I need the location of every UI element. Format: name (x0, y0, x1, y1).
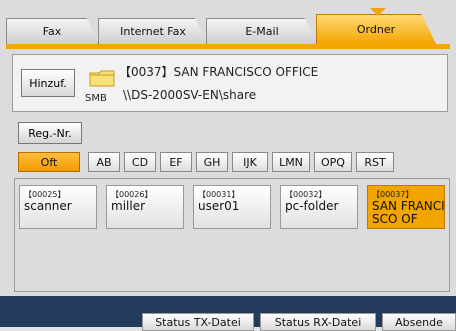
destination-list: 【00025】 scanner 【00026】 miller 【00031】 u… (14, 178, 450, 292)
index-label: CD (131, 155, 149, 169)
index-label: Oft (40, 155, 58, 169)
index-tab-frequent[interactable]: Oft (18, 152, 80, 172)
index-tabs: Oft AB CD EF GH IJK LMN OPQ RST (18, 152, 456, 172)
index-tab-rst[interactable]: RST (356, 152, 394, 172)
tx-file-status-button[interactable]: Status TX-Datei (142, 313, 254, 331)
index-tab-ef[interactable]: EF (160, 152, 192, 172)
rx-file-status-button[interactable]: Status RX-Datei (260, 313, 376, 331)
destination-button-selected[interactable]: 【00037】 SAN FRANCI SCO OF (367, 185, 445, 229)
add-destination-label: Hinzuf. (29, 76, 67, 90)
tab-underline (6, 44, 450, 49)
index-label: RST (364, 155, 386, 169)
protocol-label: SMB (85, 93, 107, 104)
destination-button[interactable]: 【00025】 scanner (19, 185, 97, 229)
folder-icon (89, 70, 115, 87)
tab-label: Internet Fax (120, 25, 186, 38)
registration-number-label: Reg.-Nr. (28, 126, 72, 140)
registration-number-button[interactable]: Reg.-Nr. (18, 122, 82, 144)
tab-bar: Fax Internet Fax E-Mail Ordner (6, 8, 450, 44)
index-tab-gh[interactable]: GH (196, 152, 228, 172)
active-tab-indicator-icon (370, 8, 386, 16)
index-tab-cd[interactable]: CD (124, 152, 156, 172)
index-tab-ijk[interactable]: IJK (232, 152, 268, 172)
index-label: OPQ (321, 155, 345, 169)
destination-name: miller (111, 199, 146, 213)
destination-path: \\DS-2000SV-EN\share (123, 88, 257, 102)
tab-email[interactable]: E-Mail (206, 18, 318, 44)
bottom-status-bar: Status TX-Datei Status RX-Datei Absende (0, 296, 456, 331)
index-tab-opq[interactable]: OPQ (314, 152, 352, 172)
index-label: IJK (243, 155, 257, 169)
index-label: EF (169, 155, 183, 169)
destination-panel: Hinzuf. SMB 【0037】SAN FRANCISCO OFFICE \… (12, 54, 448, 112)
destination-button[interactable]: 【00032】 pc-folder (280, 185, 358, 229)
tab-label: Ordner (356, 23, 396, 36)
index-tab-lmn[interactable]: LMN (272, 152, 310, 172)
index-tab-ab[interactable]: AB (88, 152, 120, 172)
index-label: LMN (279, 155, 303, 169)
destination-title: 【0037】SAN FRANCISCO OFFICE (119, 65, 319, 79)
tab-internet-fax[interactable]: Internet Fax (98, 18, 208, 44)
tab-label: E-Mail (245, 25, 279, 38)
send-button[interactable]: Absende (382, 313, 456, 331)
destination-name: SAN FRANCI SCO OF (372, 199, 445, 226)
index-label: GH (203, 155, 221, 169)
destination-name: scanner (24, 199, 72, 213)
add-destination-button[interactable]: Hinzuf. (21, 69, 75, 97)
index-label: AB (96, 155, 112, 169)
destination-name: pc-folder (285, 199, 339, 213)
tab-label: Fax (42, 25, 62, 38)
destination-button[interactable]: 【00026】 miller (106, 185, 184, 229)
scanner-screen: Fax Internet Fax E-Mail Ordner Hinzuf. S… (0, 0, 456, 331)
tab-fax[interactable]: Fax (6, 18, 98, 44)
tab-ordner[interactable]: Ordner (316, 14, 436, 44)
destination-name: user01 (198, 199, 240, 213)
destination-button[interactable]: 【00031】 user01 (193, 185, 271, 229)
